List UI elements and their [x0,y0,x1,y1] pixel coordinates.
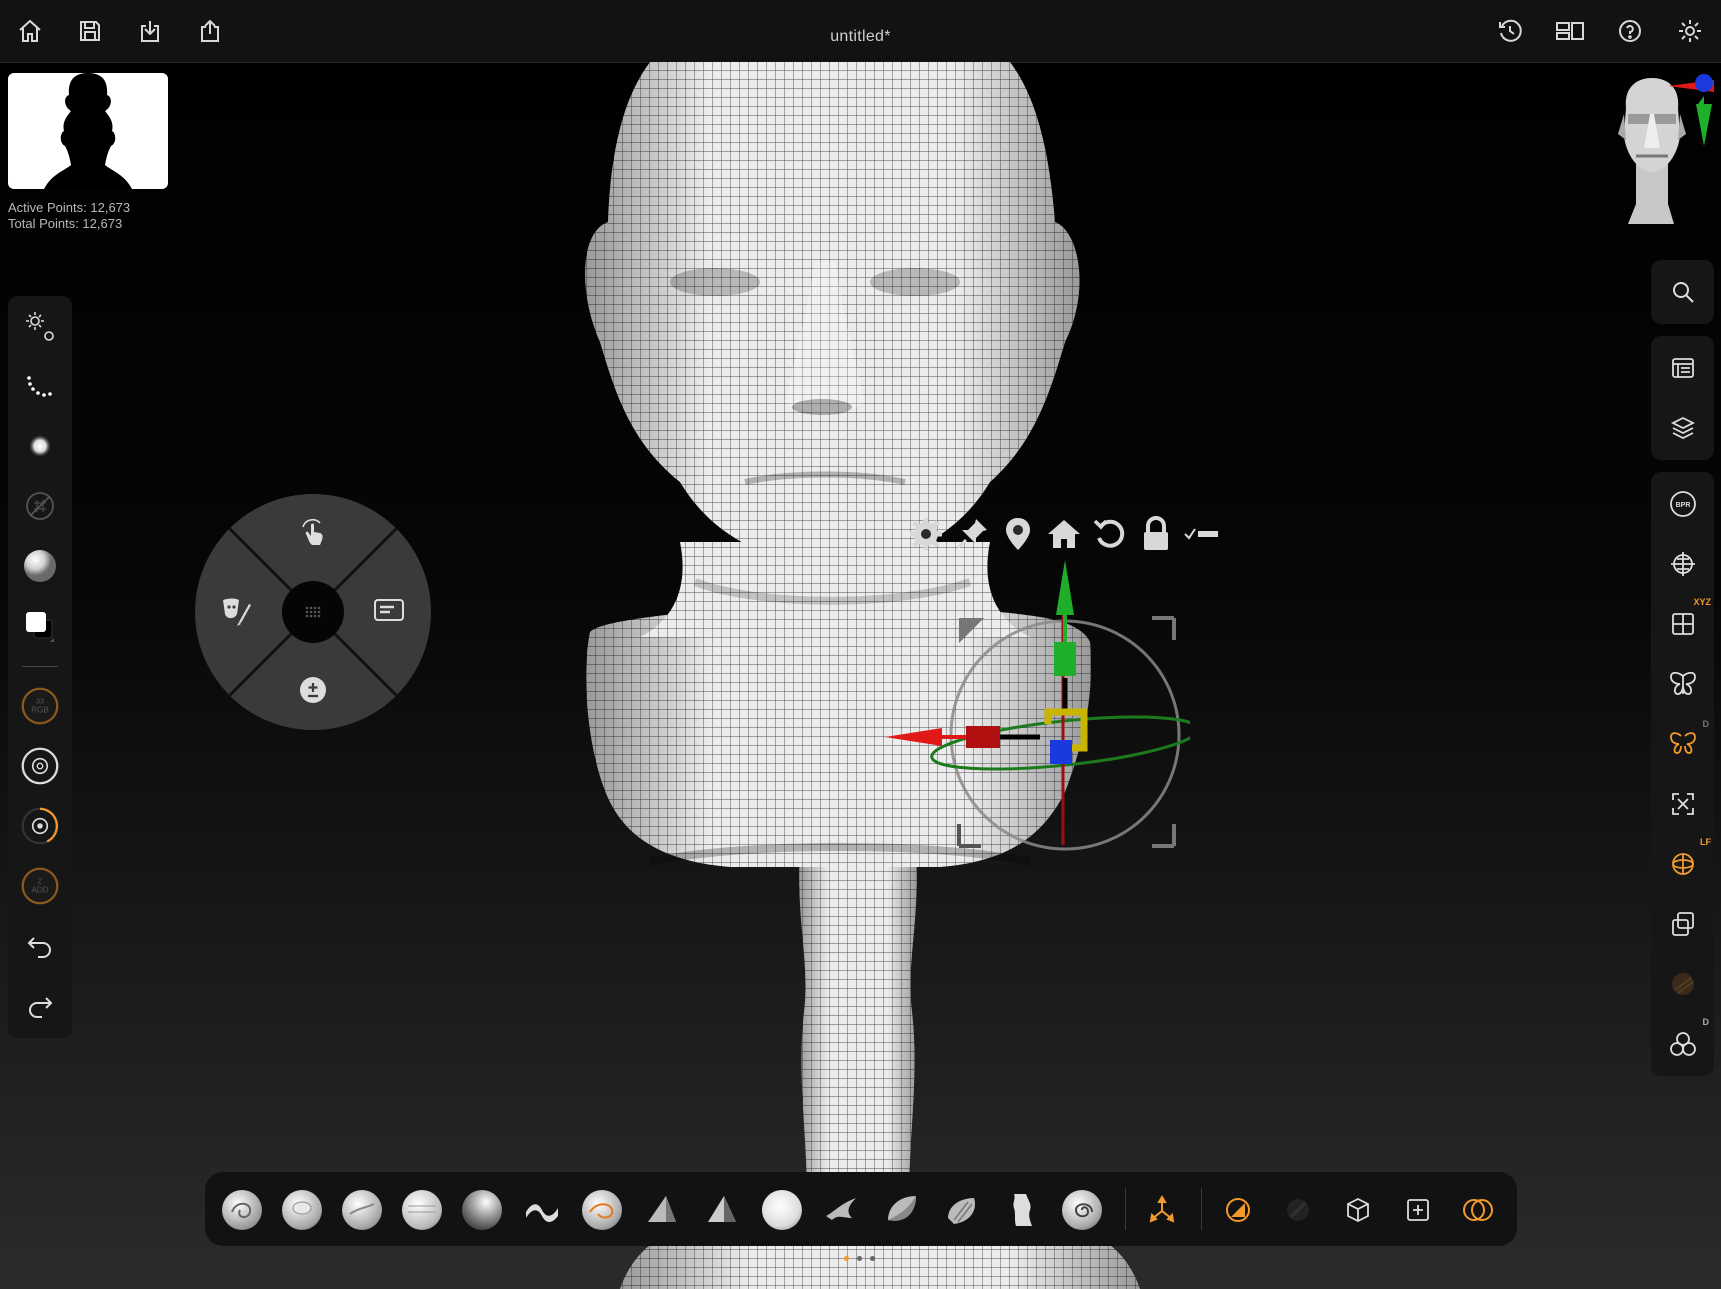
search-icon[interactable] [1662,271,1703,312]
brush-damstandard[interactable] [462,1190,502,1230]
brush-claybuildup[interactable] [222,1190,262,1230]
right-toolbar-tools: BPR XYZ D LF D [1651,472,1714,1076]
material-icon[interactable] [20,546,60,586]
undo-icon[interactable] [20,926,60,966]
page-dot-3 [870,1256,875,1261]
alpha-icon[interactable] [20,426,60,466]
gizmo-mode-icon[interactable] [1182,514,1222,554]
brush-pinch[interactable] [582,1190,622,1230]
total-points-label: Total Points: 12,673 [8,216,123,231]
boolean-icon[interactable] [1458,1190,1498,1230]
gizmo-reset-icon[interactable] [1090,514,1130,554]
local-transform-icon[interactable]: LF [1662,837,1711,884]
solo-icon[interactable]: D [1662,1017,1709,1064]
shelf-page-indicator[interactable] [844,1256,875,1261]
brush-slash[interactable] [942,1190,982,1230]
z-intensity-slider[interactable]: Z ADD [20,866,60,906]
floor-grid-icon[interactable] [1662,543,1703,584]
navigation-head[interactable] [1588,74,1718,230]
gizmo-settings-icon[interactable] [906,514,946,554]
bpr-label: BPR [1675,502,1690,509]
menu-panel-icon[interactable] [369,590,409,630]
rgb-intensity-value: 33 [36,696,44,705]
brush-move[interactable] [342,1190,382,1230]
brush-hpolish[interactable] [702,1190,742,1230]
gesture-icon[interactable] [293,514,333,554]
brush-trimdynamic[interactable] [642,1190,682,1230]
help-icon[interactable] [1615,16,1645,46]
transform-gizmo[interactable] [870,560,1190,860]
history-icon[interactable] [1495,16,1525,46]
stroke-type-icon[interactable] [20,366,60,406]
brush-inflate[interactable] [522,1190,562,1230]
active-points-label: Active Points: 12,673 [8,200,131,215]
right-toolbar-panels [1651,336,1714,460]
solo-tag: D [1702,1017,1710,1027]
xyz-tag: XYZ [1693,597,1711,607]
sculpt-paint-icon[interactable] [217,590,257,630]
stroke-settings-icon[interactable] [20,306,60,346]
symmetry-icon[interactable] [1662,663,1703,704]
brush-planar[interactable] [882,1190,922,1230]
sticky-pin-icon[interactable] [952,514,992,554]
brush-snakehook[interactable] [822,1190,862,1230]
add-subtract-icon[interactable] [293,670,333,710]
draw-size-slider[interactable] [20,746,60,786]
brush-curve[interactable] [1062,1190,1102,1230]
shelf-divider-1 [1125,1188,1126,1230]
focal-shift-slider[interactable] [20,806,60,846]
mask-icon[interactable] [1278,1190,1318,1230]
point-stats: Active Points: 12,673 Total Points: 12,6… [8,200,130,232]
radial-menu [195,494,431,730]
top-bar: untitled* [0,0,1721,63]
subtool-icon[interactable] [1662,347,1703,388]
xyz-symmetry-icon[interactable]: XYZ [1662,597,1711,644]
silhouette-preview [8,73,168,189]
redo-icon[interactable] [20,986,60,1026]
page-dot-2 [857,1256,862,1261]
lf-tag: LF [1700,837,1711,847]
draw-mode-icon[interactable] [1218,1190,1258,1230]
frame-icon[interactable] [1662,783,1703,824]
settings-icon[interactable] [1675,16,1705,46]
zremesher-icon[interactable] [1398,1190,1438,1230]
gizmo-home-icon[interactable] [1044,514,1084,554]
dynamesh-icon[interactable] [1338,1190,1378,1230]
layout-icon[interactable] [1555,16,1585,46]
page-dot-1 [844,1256,849,1261]
color-swatch-icon[interactable] [20,606,60,646]
gizmo-toolbar [906,512,1222,556]
toolbar-divider [22,666,58,667]
radial-hub-grid-icon[interactable] [282,581,344,643]
brush-flatten[interactable] [1002,1190,1042,1230]
radial-symmetry-icon[interactable]: D [1662,719,1709,764]
document-title: untitled* [830,28,891,45]
brush-clay[interactable] [762,1190,802,1230]
texture-off-icon[interactable] [20,486,60,526]
brush-smooth[interactable] [402,1190,442,1230]
gizmo-lock-icon[interactable] [1136,514,1176,554]
left-toolbar: 33 RGB Z ADD [8,296,72,1038]
shelf-divider-2 [1201,1188,1202,1230]
radial-symmetry-tag: D [1702,719,1710,729]
bpr-icon[interactable]: BPR [1662,483,1703,524]
layers-icon[interactable] [1662,407,1703,448]
location-pin-icon[interactable] [998,514,1038,554]
brush-standard[interactable] [282,1190,322,1230]
rgb-intensity-slider[interactable]: 33 RGB [20,686,60,726]
gizmo-icon[interactable] [1142,1190,1182,1230]
zadd-label: ADD [31,885,48,894]
polyframe-icon[interactable] [1662,963,1703,1004]
rgb-label: RGB [31,705,49,714]
transparency-icon[interactable] [1662,903,1703,944]
zadd-value: Z [38,876,43,885]
right-toolbar-search [1651,260,1714,324]
